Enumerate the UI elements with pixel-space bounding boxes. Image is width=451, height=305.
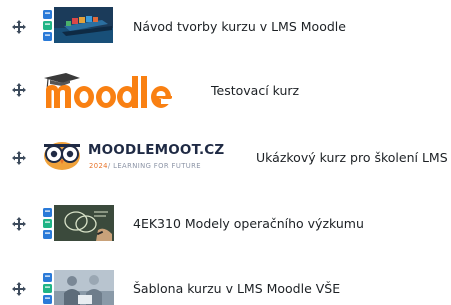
course-name[interactable]: Testovací kurz xyxy=(211,83,299,99)
moodlemoot-year: 2024 xyxy=(89,162,108,170)
course-name[interactable]: Návod tvorby kurzu v LMS Moodle xyxy=(133,19,346,35)
course-thumbnail[interactable] xyxy=(42,204,114,242)
course-name[interactable]: Šablona kurzu v LMS Moodle VŠE xyxy=(133,281,340,297)
list-item: 4EK310 Modely operačního výzkumu xyxy=(0,204,451,248)
list-item: MOODLEMOOT.CZ 2024/ LEARNING FOR FUTURE … xyxy=(0,136,451,180)
list-item: Návod tvorby kurzu v LMS Moodle xyxy=(0,6,451,50)
moodlemoot-tagline: 2024/ LEARNING FOR FUTURE xyxy=(89,162,201,170)
moodlemoot-slogan: / LEARNING FOR FUTURE xyxy=(107,162,201,170)
course-list: Návod tvorby kurzu v LMS Moodle Testovac… xyxy=(0,0,451,305)
list-item: Šablona kurzu v LMS Moodle VŠE xyxy=(0,269,451,305)
course-name[interactable]: 4EK310 Modely operačního výzkumu xyxy=(133,216,364,232)
move-icon[interactable] xyxy=(12,216,26,231)
move-icon[interactable] xyxy=(12,150,26,165)
move-icon[interactable] xyxy=(12,281,26,296)
moodle-logo[interactable] xyxy=(40,70,191,110)
move-icon[interactable] xyxy=(12,82,26,97)
list-item: Testovací kurz xyxy=(0,70,451,114)
course-name[interactable]: Ukázkový kurz pro školení LMS xyxy=(256,150,448,166)
moodlemoot-logo[interactable]: MOODLEMOOT.CZ 2024/ LEARNING FOR FUTURE xyxy=(42,136,238,182)
moodlemoot-title: MOODLEMOOT.CZ xyxy=(88,142,225,158)
move-icon[interactable] xyxy=(12,19,26,34)
course-thumbnail[interactable] xyxy=(42,269,114,305)
course-thumbnail[interactable] xyxy=(42,6,113,44)
